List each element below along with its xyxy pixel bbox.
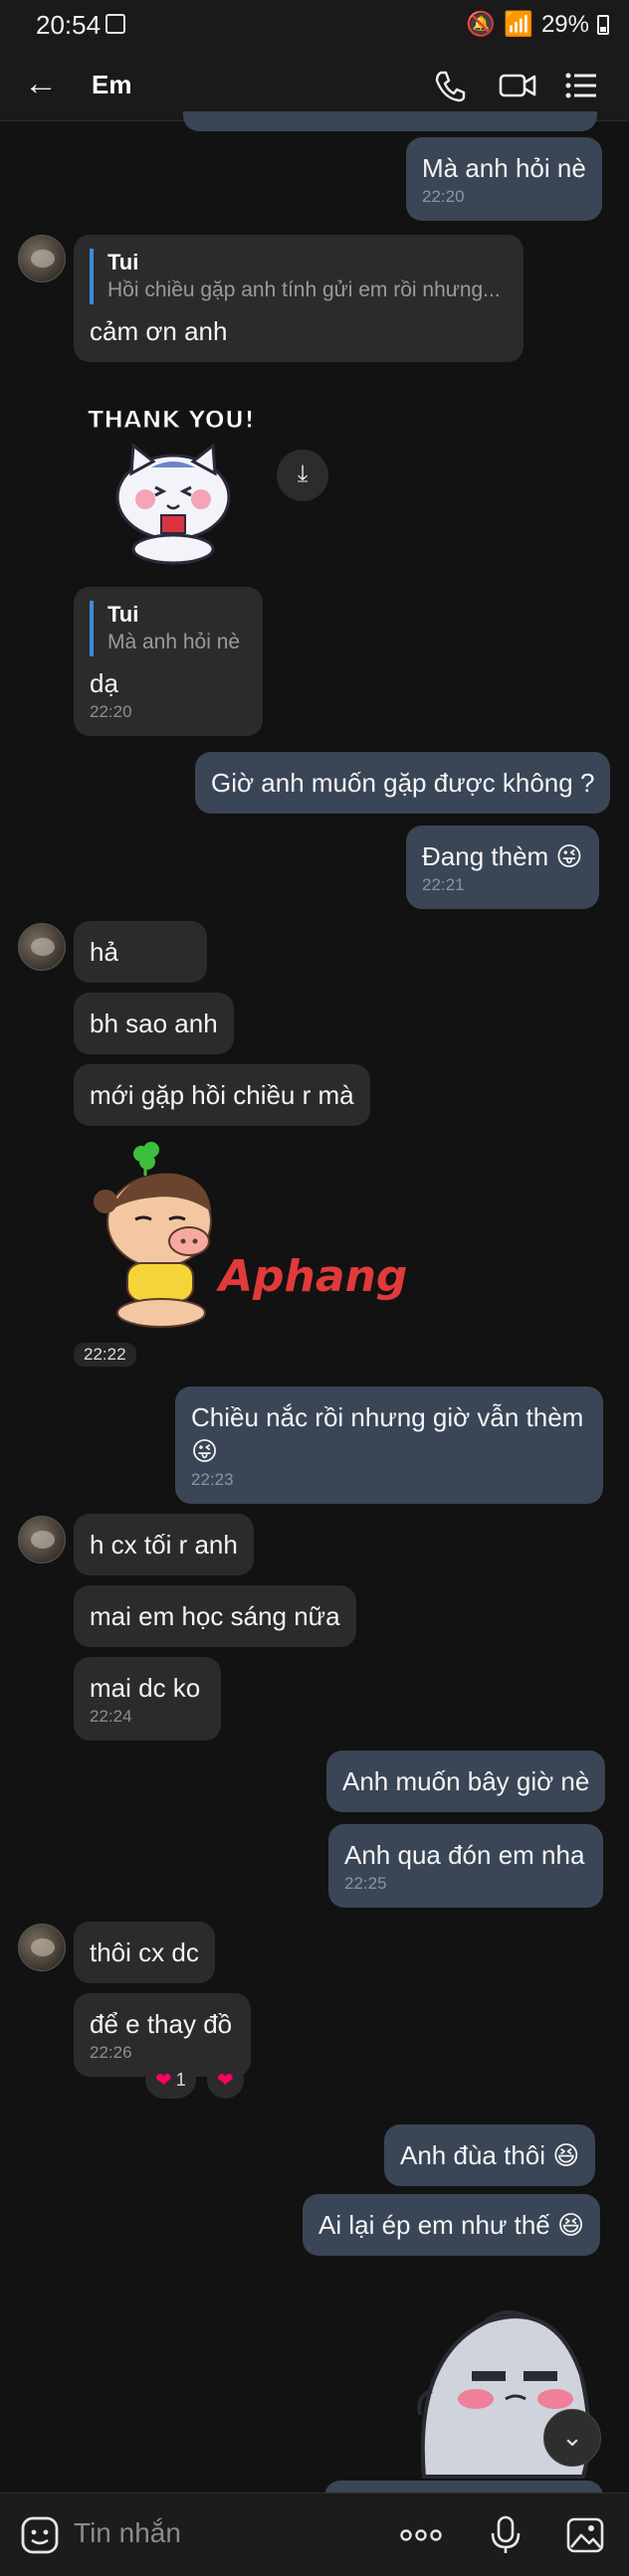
message-text: Anh muốn bây giờ nè — [342, 1766, 590, 1796]
message-text: bh sao anh — [90, 1009, 218, 1038]
message-text: Giờ anh muốn gặp được không ? — [211, 768, 595, 798]
message-incoming[interactable]: hả — [74, 921, 207, 983]
video-call-icon[interactable] — [498, 66, 537, 105]
scroll-to-bottom-button[interactable]: ⌄ — [543, 2409, 601, 2467]
message-outgoing[interactable]: Ai lại ép em như thế 😆 — [303, 2194, 601, 2256]
message-time: 22:26 — [90, 2043, 132, 2062]
message-text: để e thay đồ — [90, 2009, 233, 2039]
message-input[interactable]: Tin nhắn — [74, 2517, 181, 2549]
menu-icon[interactable] — [561, 66, 601, 105]
status-time: 20:54 — [36, 10, 102, 40]
message-text: Ai lại ép em như thế — [318, 2210, 550, 2240]
contact-avatar[interactable] — [18, 235, 66, 282]
sticker-watermark: Aphang — [216, 1251, 407, 1302]
wink-tongue-emoji-icon: 😜 — [191, 1436, 219, 1466]
laughing-emoji-icon: 😆 — [552, 2140, 580, 2170]
message-text: dạ — [90, 668, 118, 698]
message-incoming[interactable]: thôi cx dc — [74, 1922, 215, 1983]
message-incoming-reply[interactable]: Tui Mà anh hỏi nè dạ 22:20 — [74, 587, 263, 736]
status-bar: 20:54 🔕 📶 29% — [0, 0, 629, 50]
sticker-emoji-icon[interactable] — [20, 2515, 60, 2555]
mute-icon: 🔕 — [466, 11, 497, 38]
reaction-heart-count[interactable]: ❤ 1 — [145, 2061, 196, 2099]
sticker-caption: THANK YOU! — [88, 406, 255, 434]
laughing-emoji-icon: 😆 — [557, 2210, 585, 2240]
message-time: 22:24 — [90, 1707, 132, 1726]
message-text: mai em học sáng nữa — [90, 1601, 340, 1631]
quoted-message[interactable]: Tui Hồi chiều gặp anh tính gửi em rồi nh… — [90, 249, 508, 304]
more-options-icon[interactable] — [398, 2515, 444, 2555]
message-incoming[interactable]: mai em học sáng nữa — [74, 1585, 356, 1647]
heart-icon: ❤ — [155, 2069, 172, 2092]
add-reaction-button[interactable]: ❤ — [207, 2061, 244, 2099]
message-text: Anh qua đón em nha — [344, 1840, 585, 1870]
message-text: hả — [90, 937, 118, 967]
message-bubble-partial[interactable] — [183, 111, 597, 131]
message-incoming[interactable]: h cx tối r anh — [74, 1514, 254, 1575]
message-text: mới gặp hồi chiều r mà — [90, 1080, 354, 1110]
wifi-icon: 📶 — [504, 11, 533, 38]
message-time: 22:25 — [344, 1874, 387, 1893]
phone-call-icon[interactable] — [430, 66, 470, 105]
gallery-notification-icon — [105, 14, 125, 34]
message-time: 22:21 — [422, 875, 465, 894]
image-gallery-icon[interactable] — [565, 2515, 605, 2555]
battery-level: 29% — [540, 10, 589, 38]
contact-avatar[interactable] — [18, 1924, 66, 1971]
message-incoming[interactable]: mới gặp hồi chiều r mà — [74, 1064, 370, 1126]
message-text: Chiều nắc rồi nhưng giờ vẫn thèm — [191, 1402, 584, 1432]
message-text: Mà anh hỏi nè — [422, 153, 586, 183]
contact-name[interactable]: Em — [92, 70, 131, 100]
back-arrow-icon[interactable]: ← — [24, 66, 58, 101]
thank-you-cat-sticker[interactable]: THANK YOU! — [74, 394, 269, 569]
battery-icon — [597, 14, 609, 35]
quote-text: Hồi chiều gặp anh tính gửi em rồi nhưng.… — [107, 278, 501, 301]
message-time: 22:20 — [422, 187, 465, 206]
message-incoming-reply[interactable]: Tui Hồi chiều gặp anh tính gửi em rồi nh… — [74, 235, 524, 362]
quote-text: Mà anh hỏi nè — [107, 631, 241, 653]
contact-avatar[interactable] — [18, 923, 66, 971]
message-text: Đang thèm — [422, 841, 549, 871]
download-icon[interactable]: ⤓ — [277, 450, 328, 501]
message-outgoing[interactable]: Chiều nắc rồi nhưng giờ vẫn thèm 😜 22:23 — [175, 1386, 603, 1504]
heart-icon: ❤ — [217, 2069, 234, 2092]
message-composer: Tin nhắn — [0, 2492, 629, 2576]
message-outgoing[interactable]: Mà anh hỏi nè 22:20 — [406, 137, 602, 221]
message-time: 22:20 — [90, 702, 132, 721]
microphone-icon[interactable] — [488, 2515, 524, 2555]
message-outgoing[interactable]: Anh qua đón em nha 22:25 — [328, 1824, 603, 1908]
wink-tongue-emoji-icon: 😜 — [555, 841, 583, 871]
message-text: h cx tối r anh — [90, 1530, 238, 1560]
message-outgoing[interactable]: Đang thèm 😜 22:21 — [406, 826, 599, 909]
message-incoming[interactable]: bh sao anh — [74, 993, 234, 1054]
sleepy-boy-sticker[interactable]: Aphang — [90, 1136, 418, 1335]
message-text: mai dc ko — [90, 1673, 201, 1703]
message-outgoing[interactable]: Giờ anh muốn gặp được không ? — [195, 752, 611, 814]
message-outgoing[interactable]: Anh đùa thôi 😆 — [384, 2124, 596, 2186]
quote-author: Tui — [107, 250, 139, 275]
message-time: 22:23 — [191, 1470, 234, 1489]
message-text: thôi cx dc — [90, 1937, 199, 1967]
quoted-message[interactable]: Tui Mà anh hỏi nè — [90, 601, 247, 656]
message-outgoing[interactable]: Anh muốn bây giờ nè — [326, 1750, 606, 1812]
contact-avatar[interactable] — [18, 1516, 66, 1564]
message-text: cảm ơn anh — [90, 316, 228, 346]
reaction-count: 1 — [175, 2069, 186, 2090]
sticker-time: 22:22 — [74, 1343, 136, 1367]
quote-author: Tui — [107, 602, 139, 627]
message-incoming[interactable]: mai dc ko 22:24 — [74, 1657, 221, 1741]
message-text: Anh đùa thôi — [400, 2140, 546, 2170]
